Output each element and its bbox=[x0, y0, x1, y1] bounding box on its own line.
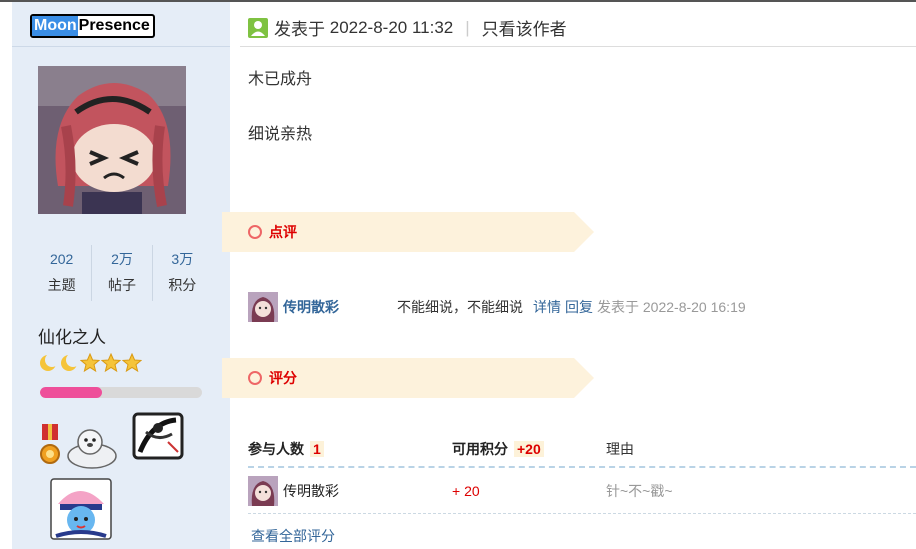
comments-section-label: 点评 bbox=[269, 224, 297, 240]
post-header: 发表于 2022-8-20 11:32 | 只看该作者 bbox=[248, 15, 567, 40]
stat-points-value: 3万 bbox=[171, 251, 194, 267]
comments-section-header: 点评 bbox=[222, 212, 594, 252]
score-total: +20 bbox=[514, 441, 544, 457]
rank-title: 仙化之人 bbox=[38, 328, 106, 347]
only-author-link[interactable]: 只看该作者 bbox=[482, 15, 567, 40]
sidebar-divider bbox=[12, 46, 230, 47]
posted-prefix: 发表于 bbox=[274, 20, 325, 39]
header-separator: | bbox=[465, 17, 470, 37]
post-content-line-2: 细说亲热 bbox=[248, 126, 313, 143]
moon-icon bbox=[40, 353, 58, 371]
view-all-ratings-link[interactable]: 查看全部评分 bbox=[251, 526, 335, 546]
circle-icon bbox=[248, 371, 262, 385]
username-part2: Presence bbox=[78, 17, 150, 34]
stat-points-label: 积分 bbox=[168, 277, 197, 293]
comment-item: 传明散彩 不能细说，不能细说 详情 回复 发表于 2022-8-20 16:19 bbox=[248, 291, 908, 323]
commenter-name[interactable]: 传明散彩 bbox=[283, 297, 397, 317]
reason-header: 理由 bbox=[606, 441, 634, 457]
stat-posts-label: 帖子 bbox=[107, 277, 136, 293]
post-content-line-1: 木已成舟 bbox=[248, 71, 313, 88]
stat-threads-label: 主题 bbox=[47, 277, 76, 293]
comment-text: 不能细说，不能细说 bbox=[397, 299, 523, 315]
comment-time: 发表于 2022-8-20 16:19 bbox=[597, 299, 746, 315]
posted-time: 2022-8-20 11:32 bbox=[329, 17, 454, 37]
rank-stars bbox=[38, 353, 142, 373]
rating-section-title: 评分 bbox=[248, 358, 297, 398]
commenter-avatar[interactable] bbox=[248, 292, 278, 322]
username-part1: Moon bbox=[32, 16, 78, 36]
user-avatar[interactable] bbox=[38, 66, 186, 214]
rating-section-label: 评分 bbox=[269, 370, 297, 386]
medals bbox=[36, 412, 226, 542]
stat-posts-value: 2万 bbox=[111, 251, 133, 267]
rank-progress-fill bbox=[40, 387, 102, 398]
score-header: 可用积分 +20 bbox=[452, 439, 606, 459]
stat-points[interactable]: 3万 积分 bbox=[153, 245, 212, 301]
rating-section-header: 评分 bbox=[222, 358, 594, 398]
ink-painting-medal-icon[interactable] bbox=[132, 412, 186, 464]
stat-posts[interactable]: 2万 帖子 bbox=[92, 245, 153, 301]
online-status-icon bbox=[248, 17, 268, 38]
comments-section-title: 点评 bbox=[248, 212, 297, 252]
moon-icon bbox=[61, 353, 79, 371]
post-main: 发表于 2022-8-20 11:32 | 只看该作者 木已成舟 细说亲热 点评… bbox=[222, 2, 916, 549]
rater-cell: 传明散彩 bbox=[248, 475, 452, 506]
user-sidebar: Moon Presence 202 主题 2万 帖子 3万 积分 仙化之人 bbox=[0, 2, 230, 549]
username-link[interactable]: Moon Presence bbox=[30, 14, 155, 38]
star-icon bbox=[80, 353, 100, 373]
rater-score: + 20 bbox=[452, 482, 480, 499]
rater-reason: 针~不~戳~ bbox=[606, 482, 673, 499]
seal-mascot-icon[interactable] bbox=[66, 426, 120, 470]
participants-header: 参与人数 1 bbox=[248, 439, 452, 459]
comment-detail-link[interactable]: 详情 bbox=[533, 297, 561, 317]
circle-icon bbox=[248, 225, 262, 239]
rating-table: 参与人数 1 可用积分 +20 理由 传明散彩 + 20 针~不~戳~ bbox=[248, 432, 916, 514]
rank-progress-bar bbox=[40, 387, 202, 398]
rating-row: 传明散彩 + 20 针~不~戳~ bbox=[248, 468, 916, 514]
participants-count: 1 bbox=[310, 441, 324, 457]
witch-girl-medal-icon[interactable] bbox=[50, 478, 112, 540]
participants-label: 参与人数 bbox=[248, 441, 304, 457]
medal-icon[interactable] bbox=[38, 424, 62, 468]
score-label: 可用积分 bbox=[452, 441, 508, 457]
post-header-divider bbox=[240, 46, 916, 47]
comment-reply-link[interactable]: 回复 bbox=[565, 297, 593, 317]
username-badge[interactable]: Moon Presence bbox=[30, 14, 155, 38]
stat-threads-value: 202 bbox=[49, 251, 74, 267]
rater-name[interactable]: 传明散彩 bbox=[283, 481, 339, 501]
star-icon bbox=[122, 353, 142, 373]
user-stats: 202 主题 2万 帖子 3万 积分 bbox=[32, 245, 212, 301]
rating-table-header: 参与人数 1 可用积分 +20 理由 bbox=[248, 432, 916, 468]
stat-threads[interactable]: 202 主题 bbox=[32, 245, 93, 301]
star-icon bbox=[101, 353, 121, 373]
rater-avatar[interactable] bbox=[248, 475, 278, 506]
